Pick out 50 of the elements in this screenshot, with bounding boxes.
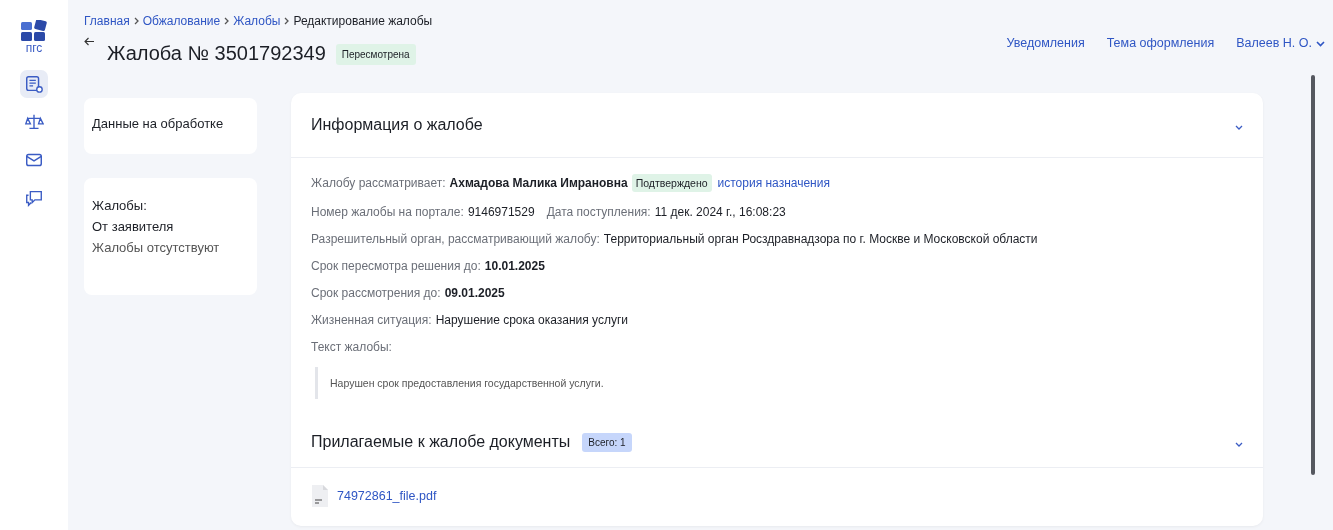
page-title: Жалоба № 3501792349	[107, 42, 326, 65]
card-text: От заявителя	[92, 219, 175, 234]
section-title: Информация о жалобе	[311, 116, 483, 134]
file-icon	[311, 484, 329, 508]
field-label: Жизненная ситуация:	[311, 313, 432, 327]
user-menu[interactable]: Валеев Н. О.	[1236, 36, 1325, 50]
field-value: 9146971529	[467, 205, 535, 219]
header-link[interactable]: Тема оформления	[1106, 36, 1215, 50]
chevron-down-icon[interactable]	[1235, 442, 1243, 447]
chevron-right-icon	[224, 17, 230, 25]
field-value: 10.01.2025	[484, 259, 545, 273]
breadcrumb-current: Редактирование жалобы	[293, 14, 433, 28]
breadcrumb-link[interactable]: Обжалование	[142, 14, 221, 28]
logo-text: пгс	[25, 42, 43, 54]
count-badge: Всего: 1	[582, 432, 632, 452]
status-badge: Подтверждено	[631, 174, 712, 192]
breadcrumb-link[interactable]: Главная	[84, 14, 130, 28]
field-label: Номер жалобы на портале:	[311, 205, 464, 219]
chevron-right-icon	[133, 17, 139, 25]
complaint-text: Нарушен срок предоставления государственной услуги.	[315, 367, 1243, 399]
field-label: Срок рассмотрения до:	[311, 286, 441, 300]
chevron-down-icon[interactable]	[1235, 125, 1243, 130]
field-label: Разрешительный орган, рассматривающий жалобу:	[311, 232, 600, 246]
field-value: Нарушение срока оказания услуги	[435, 313, 629, 327]
field-value: 11 дек. 2024 г., 16:08:23	[654, 205, 786, 219]
field-label: Жалобу рассматривает:	[311, 176, 446, 190]
back-arrow-icon[interactable]	[84, 37, 95, 46]
scales-icon	[24, 112, 44, 132]
card-title: Данные на обработке	[92, 116, 225, 131]
field-label: Срок пересмотра решения до:	[311, 259, 481, 273]
field-value: 09.01.2025	[444, 286, 505, 300]
card-text: Жалобы отсутствуют	[92, 240, 221, 255]
file-link[interactable]: 74972861_file.pdf	[337, 489, 437, 503]
header-link[interactable]: Уведомления	[1006, 36, 1085, 50]
card-title: Жалобы:	[92, 198, 148, 213]
status-badge: Пересмотрена	[335, 44, 416, 65]
field-value: Ахмадова Малика Имрановна	[449, 176, 628, 190]
section-title: Прилагаемые к жалобе документы	[311, 433, 571, 451]
field-label: Дата поступления:	[546, 205, 651, 219]
logo-icon	[20, 20, 48, 42]
field-label: Текст жалобы:	[311, 340, 392, 354]
list-icon	[24, 74, 44, 94]
field-value: Территориальный орган Росздравнадзора по г. Москве и Московской области	[603, 232, 1038, 246]
nav-item[interactable]	[20, 70, 48, 98]
history-link[interactable]: история назначения	[717, 176, 830, 190]
chevron-down-icon	[1316, 41, 1325, 47]
chat-icon	[24, 188, 44, 208]
chevron-right-icon	[284, 17, 290, 25]
breadcrumb-link[interactable]: Жалобы	[233, 14, 281, 28]
scrollbar[interactable]	[1311, 75, 1315, 475]
